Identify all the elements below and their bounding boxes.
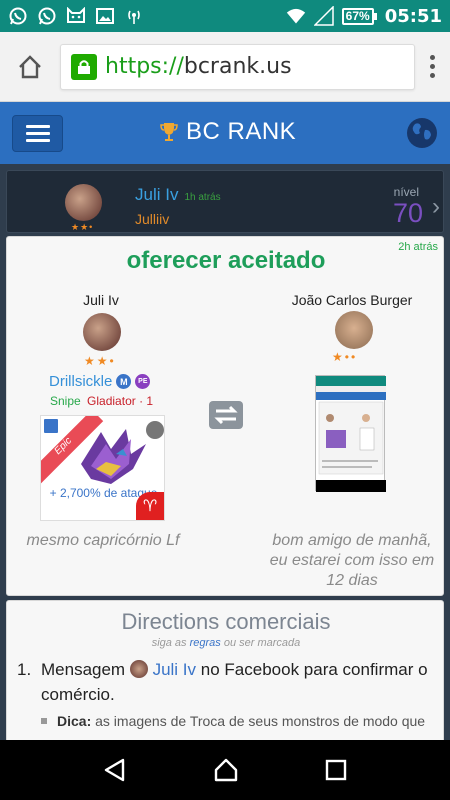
aries-icon: ♈ — [136, 492, 164, 520]
monster-name-row: Drillsickle M PE — [49, 373, 151, 390]
image-icon — [95, 6, 115, 26]
right-trader-name[interactable]: João Carlos Burger — [277, 292, 427, 308]
step-text: Mensagem Juli Iv no Facebook para confir… — [41, 657, 441, 707]
browser-menu-button[interactable] — [415, 32, 450, 102]
whatsapp-icon — [8, 6, 28, 26]
trade-card: 2h atrás oferecer aceitado Juli Iv ★★• D… — [6, 236, 444, 596]
role-snipe: Snipe — [50, 394, 81, 408]
badge-m: M — [116, 374, 132, 389]
home-icon — [19, 54, 41, 78]
chevron-right-icon[interactable]: › — [432, 193, 440, 221]
monster-roles: Snipe Gladiator · 1 — [50, 394, 153, 408]
status-bar: 67% 05:51 — [0, 0, 450, 32]
step-number: 1. — [17, 660, 32, 679]
trade-screenshot-thumbnail[interactable] — [315, 375, 386, 492]
user-handle: Julliiv — [135, 211, 170, 227]
url-scheme: https:// — [105, 54, 184, 79]
level-label: nível — [393, 185, 419, 199]
brand-name: BC RANK — [186, 118, 297, 145]
battery-indicator: 67% — [341, 7, 377, 25]
step-prefix: Mensagem — [41, 660, 126, 679]
sub-suffix: ou ser marcada — [223, 637, 301, 649]
brand-logo[interactable]: BC RANK — [160, 118, 296, 146]
home-icon[interactable] — [213, 757, 239, 783]
url-host: bcrank.us — [183, 54, 292, 79]
right-trader-stars: ★•• — [332, 350, 358, 364]
hotspot-icon — [124, 6, 144, 26]
notification-icons — [8, 6, 144, 26]
left-trader-stars: ★★• — [84, 354, 116, 368]
trade-directions: Directions comerciais siga as regras ou … — [6, 600, 444, 740]
home-button[interactable] — [0, 32, 60, 102]
rules-link[interactable]: regras — [190, 637, 221, 649]
cat-icon — [66, 6, 86, 26]
wifi-icon — [286, 6, 306, 26]
badge-pe: PE — [135, 374, 151, 389]
user-name[interactable]: Juli Iv — [135, 185, 178, 204]
user-time-ago: 1h atrás — [184, 192, 221, 203]
left-trader-avatar[interactable] — [83, 313, 121, 351]
facebook-user-link[interactable]: Juli Iv — [153, 660, 196, 679]
user-profile-bar[interactable]: ★★• Juli Iv 1h atrás Julliiv nível 70 › — [6, 170, 444, 233]
url-bar[interactable]: https://bcrank.us — [60, 43, 415, 90]
tip-item: Dica: as imagens de Troca de seus monstr… — [41, 713, 425, 729]
whatsapp-icon — [37, 6, 57, 26]
battery-level: 67% — [341, 7, 374, 25]
page-content: ★★• Juli Iv 1h atrás Julliiv nível 70 › 2… — [0, 164, 450, 740]
trade-status-title: oferecer aceitado — [126, 247, 326, 274]
system-navigation-bar — [0, 740, 450, 800]
sub-prefix: siga as — [151, 637, 187, 649]
directions-title: Directions comerciais — [121, 609, 331, 634]
right-caption: bom amigo de manhã, eu estarei com isso … — [269, 532, 435, 589]
right-trader-avatar[interactable] — [335, 311, 373, 349]
back-icon[interactable] — [102, 757, 128, 783]
left-caption: mesmo capricórnio Lf — [26, 532, 180, 549]
user-stars: ★★• — [71, 222, 94, 232]
trophy-icon — [160, 123, 178, 141]
directions-subtitle: siga as regras ou ser marcada — [7, 637, 445, 649]
app-navbar: BC RANK — [0, 102, 450, 164]
user-level: 70 — [392, 198, 423, 228]
lock-icon — [71, 53, 97, 80]
globe-icon[interactable] — [407, 118, 437, 148]
book-icon — [43, 418, 59, 434]
left-trader-name[interactable]: Juli Iv — [51, 292, 151, 308]
signal-icon — [313, 6, 334, 26]
tip-text: as imagens de Troca de seus monstros de … — [95, 713, 426, 729]
avatar — [65, 184, 102, 221]
swap-icon — [209, 401, 243, 429]
avatar — [129, 660, 148, 678]
rune-stone-icon — [146, 421, 164, 439]
tip-label: Dica: — [57, 713, 92, 729]
role-gladiator: Gladiator · 1 — [87, 394, 154, 408]
recents-icon[interactable] — [324, 758, 348, 782]
clock: 05:51 — [384, 5, 442, 27]
monster-name[interactable]: Drillsickle — [49, 373, 112, 390]
hamburger-menu-button[interactable] — [12, 114, 63, 152]
browser-toolbar: https://bcrank.us — [0, 32, 450, 102]
